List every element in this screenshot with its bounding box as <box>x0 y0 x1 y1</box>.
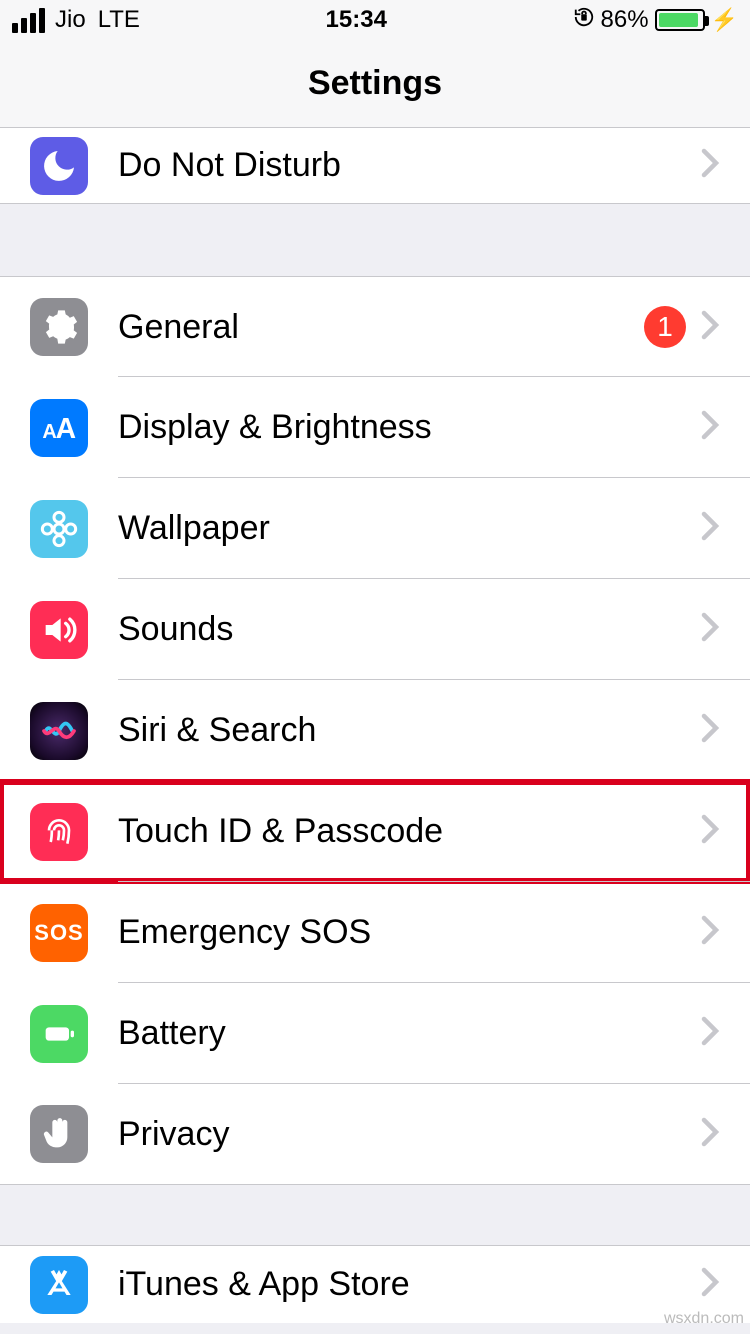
svg-text:A: A <box>42 421 56 443</box>
row-do-not-disturb[interactable]: Do Not Disturb <box>0 128 750 204</box>
gear-icon <box>30 298 88 356</box>
chevron-icon <box>700 809 720 854</box>
row-emergency-sos[interactable]: SOS Emergency SOS <box>0 882 750 983</box>
row-touch-id-passcode[interactable]: Touch ID & Passcode <box>0 781 750 882</box>
row-label: Touch ID & Passcode <box>118 812 686 851</box>
svg-text:A: A <box>56 413 76 445</box>
chevron-icon <box>700 910 720 955</box>
status-bar: Jio LTE 15:34 86% ⚡ <box>0 0 750 40</box>
row-label: iTunes & App Store <box>118 1265 686 1304</box>
text-size-icon: AA <box>30 399 88 457</box>
chevron-icon <box>700 143 720 188</box>
chevron-icon <box>700 305 720 350</box>
row-label: Sounds <box>118 610 686 649</box>
row-itunes-app-store[interactable]: iTunes & App Store <box>0 1245 750 1323</box>
notification-badge: 1 <box>644 306 686 348</box>
fingerprint-icon <box>30 803 88 861</box>
row-label: Siri & Search <box>118 711 686 750</box>
row-label: General <box>118 308 644 347</box>
row-sounds[interactable]: Sounds <box>0 579 750 680</box>
chevron-icon <box>700 405 720 450</box>
row-label: Emergency SOS <box>118 913 686 952</box>
status-right: 86% ⚡ <box>573 6 738 34</box>
battery-pct: 86% <box>601 6 649 34</box>
network-label: LTE <box>98 6 140 34</box>
carrier-label: Jio <box>55 6 86 34</box>
status-left: Jio LTE <box>12 6 140 34</box>
charging-icon: ⚡ <box>711 7 738 33</box>
row-label: Do Not Disturb <box>118 146 686 185</box>
nav-bar: Settings <box>0 40 750 128</box>
signal-icon <box>12 8 45 33</box>
row-label: Wallpaper <box>118 509 686 548</box>
group-separator <box>0 1185 750 1245</box>
row-label: Privacy <box>118 1115 686 1154</box>
chevron-icon <box>700 1262 720 1307</box>
page-title: Settings <box>308 64 442 103</box>
row-label: Battery <box>118 1014 686 1053</box>
row-label: Display & Brightness <box>118 408 686 447</box>
row-privacy[interactable]: Privacy <box>0 1084 750 1185</box>
watermark: wsxdn.com <box>664 1310 744 1328</box>
chevron-icon <box>700 506 720 551</box>
flower-icon <box>30 500 88 558</box>
battery-icon <box>655 9 705 31</box>
hand-icon <box>30 1105 88 1163</box>
chevron-icon <box>700 1112 720 1157</box>
clock: 15:34 <box>326 6 387 34</box>
row-wallpaper[interactable]: Wallpaper <box>0 478 750 579</box>
group-separator <box>0 204 750 276</box>
row-display-brightness[interactable]: AA Display & Brightness <box>0 377 750 478</box>
chevron-icon <box>700 1011 720 1056</box>
sos-icon: SOS <box>30 904 88 962</box>
appstore-icon <box>30 1256 88 1314</box>
siri-icon <box>30 702 88 760</box>
speaker-icon <box>30 601 88 659</box>
chevron-icon <box>700 607 720 652</box>
row-siri-search[interactable]: Siri & Search <box>0 680 750 781</box>
battery-row-icon <box>30 1005 88 1063</box>
moon-icon <box>30 137 88 195</box>
row-general[interactable]: General 1 <box>0 276 750 377</box>
chevron-icon <box>700 708 720 753</box>
orientation-lock-icon <box>573 6 595 34</box>
row-battery[interactable]: Battery <box>0 983 750 1084</box>
